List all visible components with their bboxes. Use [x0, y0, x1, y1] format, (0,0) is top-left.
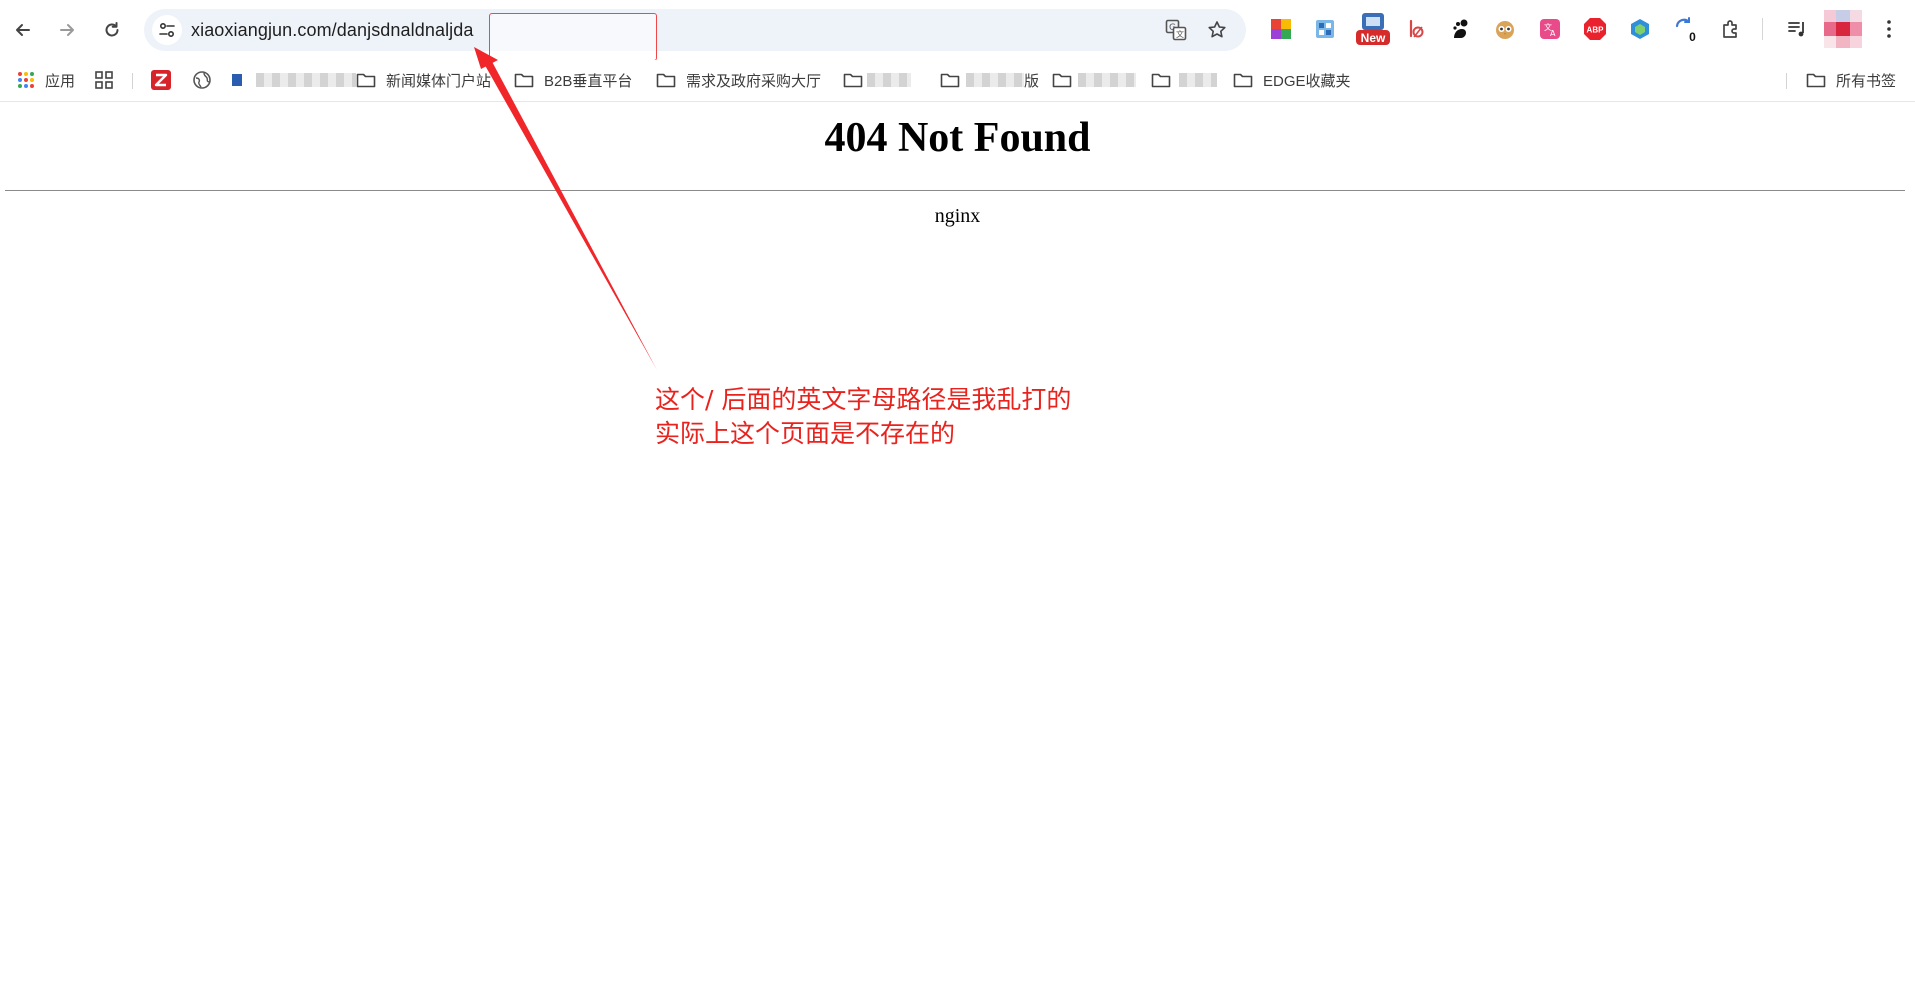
folder-icon: [843, 73, 863, 88]
blurred-label: [966, 73, 1024, 87]
avatar-icon: [1824, 10, 1862, 48]
back-button[interactable]: [5, 12, 41, 48]
playlist-music-icon: [1788, 22, 1804, 37]
arrow-left-icon: [16, 24, 30, 36]
extension-colorful-icon[interactable]: [1268, 16, 1294, 42]
extension-badge-label: New: [1361, 31, 1386, 45]
svg-text:文: 文: [1176, 29, 1184, 39]
star-icon: [1208, 21, 1226, 38]
extension-new-badge-icon[interactable]: New: [1356, 12, 1390, 46]
url-path: danjsdnaldnaljda: [336, 20, 474, 40]
globe-icon: [193, 71, 211, 89]
folder-icon: [1052, 73, 1072, 88]
extension-count-label: 0: [1689, 30, 1696, 44]
extension-abp-label: ABP: [1587, 26, 1605, 35]
reload-icon: [105, 22, 119, 37]
extension-counter-icon[interactable]: 0: [1672, 14, 1702, 44]
extension-owl-icon[interactable]: [1492, 16, 1518, 42]
media-control-button[interactable]: [1785, 16, 1811, 42]
site-favicon-icon: [232, 74, 242, 86]
folder-icon: [356, 73, 376, 88]
svg-text:A: A: [1550, 29, 1556, 38]
bookmark-blurred-1[interactable]: [232, 66, 356, 94]
translate-icon: G 文: [1165, 19, 1187, 41]
browser-menu-button[interactable]: [1876, 16, 1902, 42]
page-title: 404 Not Found: [824, 115, 1091, 161]
folder-icon: [1233, 73, 1253, 88]
bookmark-folder-blurred-3[interactable]: [1052, 66, 1136, 94]
bookmarks-bar: 应用 新闻媒体门户站 B2B垂直平台 需求及政府采购大厅 版 EDGE收藏夹 所…: [0, 60, 1915, 102]
url-text[interactable]: xiaoxiangjun.com/danjsdnaldnaljda: [191, 20, 474, 41]
bookmark-folder-edge[interactable]: EDGE收藏夹: [1233, 66, 1351, 94]
extension-hex-icon[interactable]: [1627, 16, 1653, 42]
bookmark-folder-news[interactable]: 新闻媒体门户站: [356, 66, 491, 94]
bookmark-tab-groups[interactable]: [94, 66, 124, 94]
bookmark-folder-blurred-4[interactable]: [1151, 66, 1217, 94]
blurred-label: [256, 73, 356, 87]
all-bookmarks-button[interactable]: 所有书签: [1806, 66, 1896, 94]
bookmark-apps-label: 应用: [45, 72, 76, 90]
more-vertical-icon: [1887, 20, 1891, 38]
folder-icon: [656, 73, 676, 88]
page-content: 404 Not Found nginx: [0, 102, 1915, 987]
toolbar-divider: [1762, 18, 1763, 40]
annotation-text: 这个/ 后面的英文字母路径是我乱打的 实际上这个页面是不存在的: [655, 383, 1071, 451]
browser-toolbar: xiaoxiangjun.com/danjsdnaldnaljda G 文 Ne…: [0, 0, 1915, 61]
bookmark-zhihu[interactable]: [151, 66, 181, 94]
extensions-menu-button[interactable]: [1718, 16, 1744, 42]
reload-button[interactable]: [94, 12, 130, 48]
extension-translate-pink-icon[interactable]: 文 A: [1537, 16, 1563, 42]
bookmark-apps[interactable]: 应用: [17, 66, 75, 94]
site-info-button[interactable]: [152, 15, 182, 45]
blurred-label: [1179, 73, 1217, 87]
address-bar[interactable]: xiaoxiangjun.com/danjsdnaldnaljda G 文: [144, 9, 1246, 61]
folder-icon: [940, 73, 960, 88]
grid-icon: [95, 71, 113, 89]
bookmark-label: 版: [1024, 72, 1040, 90]
horizontal-rule: [5, 190, 1905, 191]
bookmark-label: B2B垂直平台: [544, 72, 633, 90]
blurred-label: [1078, 73, 1136, 87]
forward-button[interactable]: [49, 12, 85, 48]
tune-icon: [159, 22, 175, 38]
arrow-right-icon: [60, 24, 74, 36]
bookmark-label: 需求及政府采购大厅: [686, 72, 822, 90]
bookmark-label: 新闻媒体门户站: [386, 72, 492, 90]
extension-idm-icon[interactable]: [1402, 16, 1428, 42]
url-path-highlight-box: [489, 13, 657, 61]
apps-grid-icon: [18, 72, 34, 88]
extension-gnome-icon[interactable]: [1447, 16, 1473, 42]
bookmarks-divider: [132, 73, 133, 89]
profile-avatar[interactable]: [1824, 10, 1862, 48]
bookmark-folder-procurement[interactable]: 需求及政府采购大厅: [656, 66, 821, 94]
server-name: nginx: [934, 205, 981, 227]
bookmark-globe[interactable]: [192, 66, 222, 94]
bookmarks-divider: [1786, 73, 1787, 89]
z-logo-icon: [151, 70, 171, 90]
translate-button[interactable]: G 文: [1164, 18, 1188, 42]
bookmark-star-button[interactable]: [1205, 18, 1229, 42]
annotation-line-2: 实际上这个页面是不存在的: [655, 419, 956, 448]
annotation-line-1: 这个/ 后面的英文字母路径是我乱打的: [655, 385, 1072, 414]
url-host: xiaoxiangjun.com/: [191, 20, 337, 40]
puzzle-icon: [1723, 20, 1737, 38]
folder-icon: [514, 73, 534, 88]
folder-icon: [1806, 73, 1826, 88]
blurred-label: [867, 73, 911, 87]
bookmark-folder-blurred-2[interactable]: 版: [940, 66, 1039, 94]
bookmark-folder-b2b[interactable]: B2B垂直平台: [514, 66, 632, 94]
all-bookmarks-label: 所有书签: [1836, 72, 1897, 90]
extension-pixel-icon[interactable]: [1312, 16, 1338, 42]
folder-icon: [1151, 73, 1171, 88]
bookmark-label: EDGE收藏夹: [1263, 72, 1351, 90]
extension-adblock-plus-icon[interactable]: ABP: [1582, 16, 1608, 42]
bookmark-folder-blurred-1[interactable]: [843, 66, 911, 94]
